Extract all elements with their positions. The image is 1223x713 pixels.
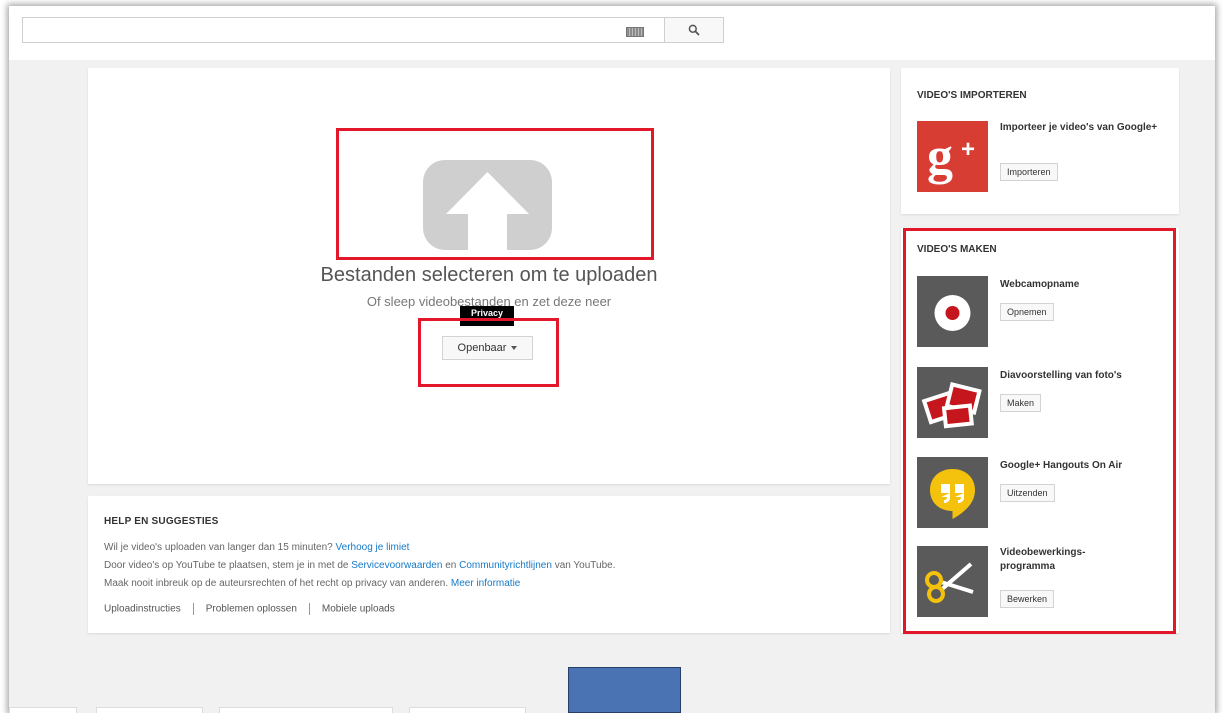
upload-panel: Bestanden selecteren om te uploaden Of s…	[88, 68, 890, 484]
masthead	[9, 6, 1215, 60]
webcam-title: Webcamopname	[1000, 279, 1080, 290]
make-slideshow-button[interactable]: Maken	[1000, 394, 1042, 412]
google-plus-icon: g +	[927, 128, 975, 185]
select-files-label[interactable]: Bestanden selecteren om te uploaden	[88, 264, 890, 287]
chevron-down-icon	[511, 346, 518, 351]
slideshow-title: Diavoorstelling van foto's	[1000, 370, 1122, 381]
help-line-duration: Wil je video's uploaden van langer dan 1…	[104, 542, 409, 553]
help-text: Door video's op YouTube te plaatsen, ste…	[104, 560, 349, 571]
scissors-icon[interactable]	[917, 546, 988, 617]
privacy-dropdown-label: Openbaar	[457, 342, 507, 354]
photo-slideshow-icon[interactable]	[917, 367, 988, 438]
upload-arrow-icon[interactable]	[423, 160, 552, 250]
create-videos-panel: VIDEO'S MAKEN Webcamopname Opnemen Diavo…	[901, 228, 1179, 633]
divider	[192, 603, 194, 615]
mobile-uploads-link[interactable]: Mobiele uploads	[322, 604, 395, 615]
callout-box	[568, 667, 681, 713]
more-info-link[interactable]: Meer informatie	[451, 578, 520, 589]
search-icon	[688, 24, 700, 36]
help-line-terms: Door video's op YouTube te plaatsen, ste…	[104, 560, 616, 571]
terms-of-service-link[interactable]: Servicevoorwaarden	[351, 560, 442, 571]
privacy-dropdown-button[interactable]: Openbaar	[442, 336, 533, 360]
hangouts-title: Google+ Hangouts On Air	[1000, 460, 1123, 471]
search-button[interactable]	[664, 17, 724, 43]
help-text: Maak nooit inbreuk op de auteursrechten …	[104, 578, 449, 589]
bottom-tab	[9, 707, 77, 713]
help-line-copyright: Maak nooit inbreuk op de auteursrechten …	[104, 578, 520, 589]
hangouts-icon[interactable]	[917, 457, 988, 528]
troubleshoot-link[interactable]: Problemen oplossen	[206, 604, 297, 615]
import-button[interactable]: Importeren	[1000, 163, 1058, 181]
import-videos-panel: VIDEO'S IMPORTEREN g + Importeer je vide…	[901, 68, 1179, 214]
privacy-tooltip: Privacy	[460, 306, 514, 326]
bottom-tab	[219, 707, 393, 713]
youtube-upload-page: Bestanden selecteren om te uploaden Of s…	[9, 6, 1215, 713]
record-button[interactable]: Opnemen	[1000, 303, 1054, 321]
keyboard-icon[interactable]	[626, 27, 644, 37]
webcam-record-icon[interactable]	[917, 276, 988, 347]
upload-instructions-link[interactable]: Uploadinstructies	[104, 604, 181, 615]
google-plus-logo: g +	[917, 121, 988, 192]
svg-text:g: g	[927, 128, 953, 185]
bottom-tab	[96, 707, 203, 713]
increase-limit-link[interactable]: Verhoog je limiet	[336, 542, 410, 553]
svg-text:+: +	[961, 136, 975, 163]
help-panel: HELP EN SUGGESTIES Wil je video's upload…	[88, 496, 890, 633]
help-text: Wil je video's uploaden van langer dan 1…	[104, 542, 333, 553]
bottom-tab	[409, 707, 526, 713]
import-item-title: Importeer je video's van Google+	[1000, 122, 1158, 133]
create-heading: VIDEO'S MAKEN	[917, 244, 997, 255]
edit-button[interactable]: Bewerken	[1000, 590, 1055, 608]
broadcast-button[interactable]: Uitzenden	[1000, 484, 1055, 502]
help-text: en	[445, 560, 457, 571]
divider	[308, 603, 310, 615]
help-links: Uploadinstructies Problemen oplossen Mobie…	[104, 603, 395, 615]
help-text: van YouTube.	[554, 560, 616, 571]
import-heading: VIDEO'S IMPORTEREN	[917, 90, 1027, 101]
community-guidelines-link[interactable]: Communityrichtlijnen	[459, 560, 552, 571]
help-heading: HELP EN SUGGESTIES	[104, 516, 219, 527]
editor-title: Videobewerkings-programma	[1000, 547, 1086, 572]
search-input[interactable]	[22, 17, 664, 43]
